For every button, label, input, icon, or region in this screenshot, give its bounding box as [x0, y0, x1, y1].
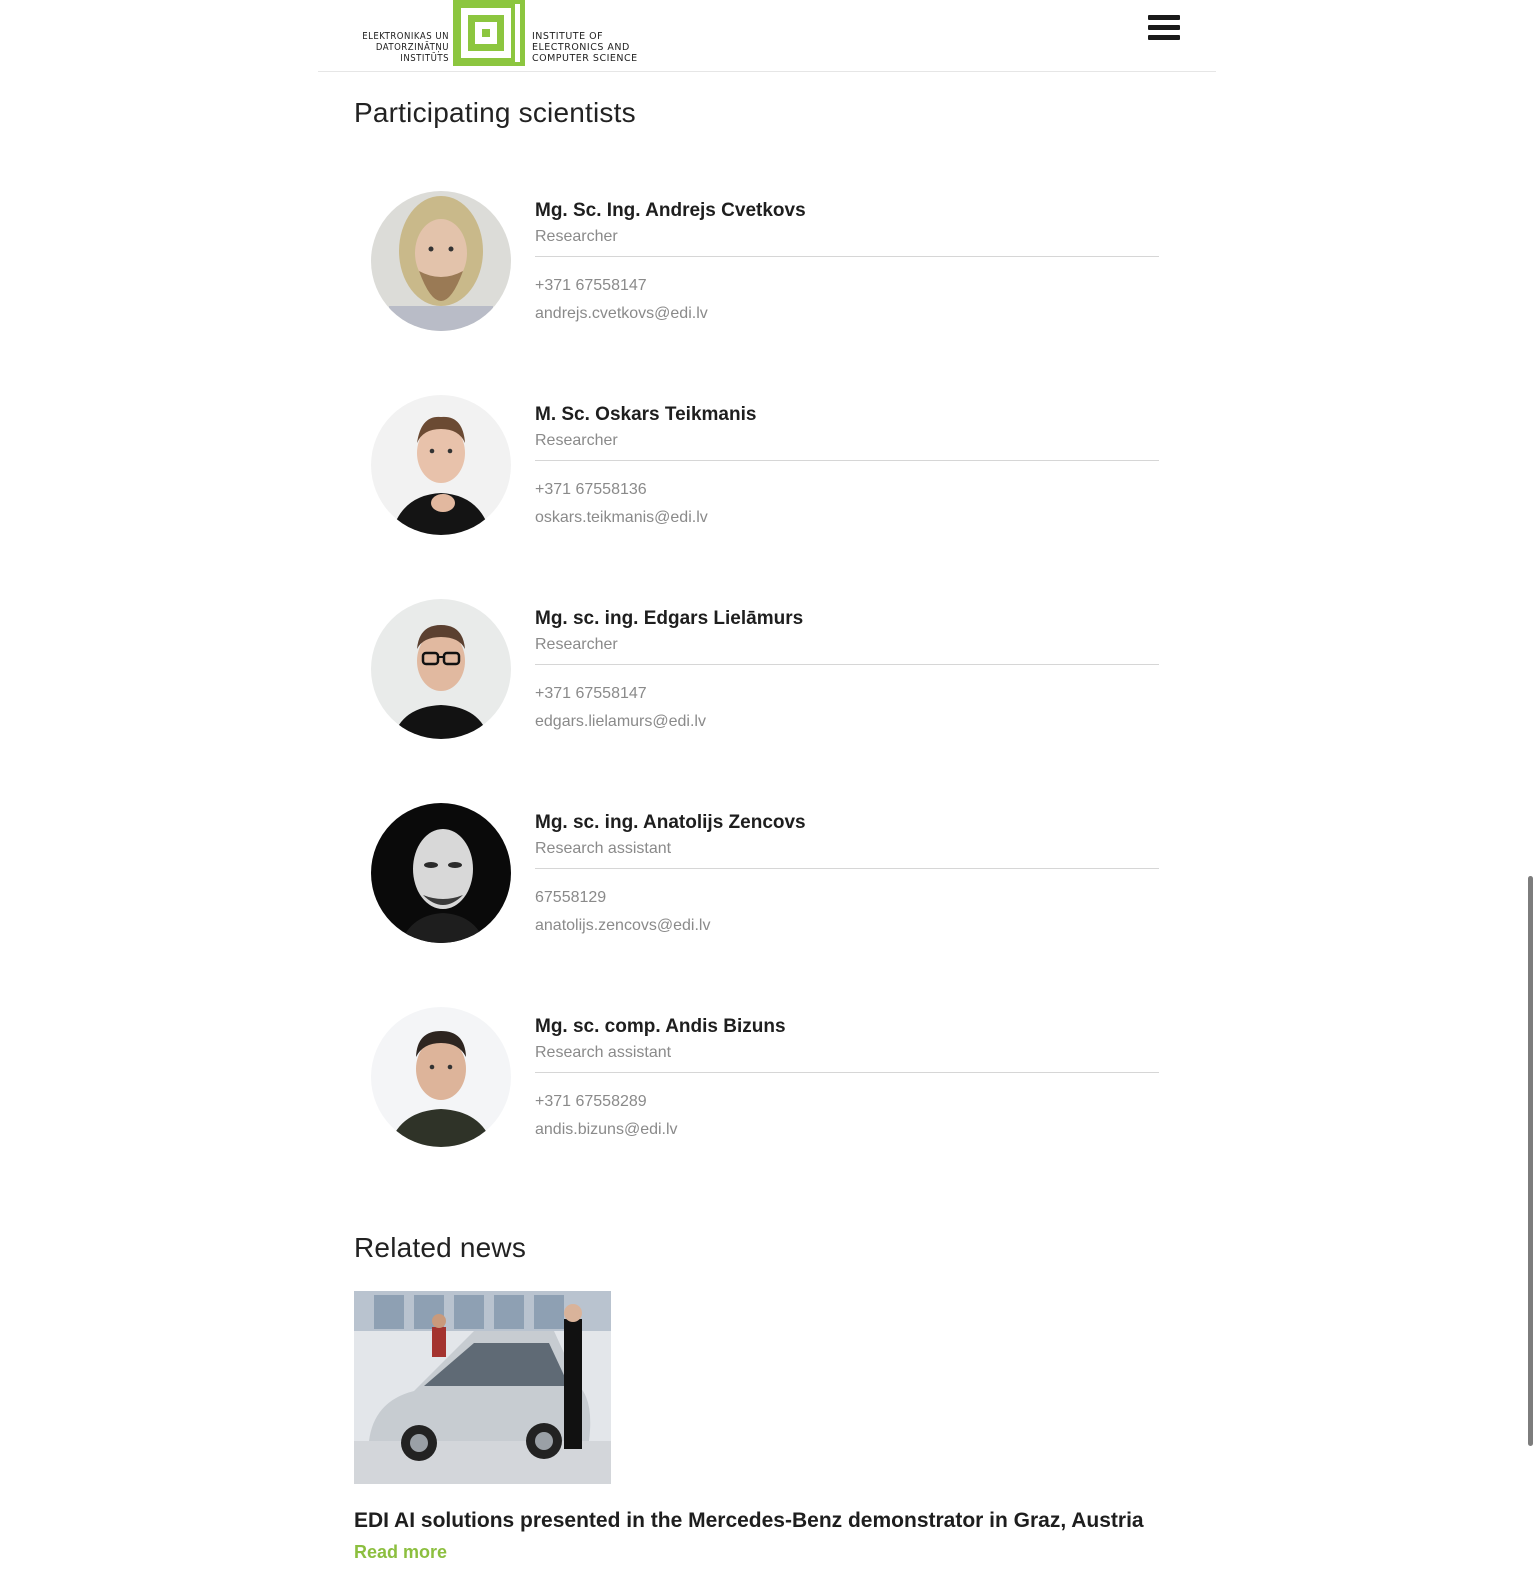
scientist-email[interactable]: andis.bizuns@edi.lv: [535, 1120, 1159, 1140]
scientist-card: Mg. Sc. Ing. Andrejs Cvetkovs Researcher…: [371, 191, 1159, 331]
scientist-role: Research assistant: [535, 1044, 672, 1061]
scientist-card: Mg. sc. ing. Anatolijs Zencovs Research …: [371, 803, 1159, 943]
avatar: [371, 1007, 511, 1147]
hamburger-menu-icon[interactable]: [1148, 15, 1180, 43]
scrollbar-thumb[interactable]: [1528, 876, 1533, 1446]
scientist-info: Mg. sc. comp. Andis Bizuns Research assi…: [535, 1007, 1159, 1140]
scientist-phone[interactable]: +371 67558136: [535, 480, 1159, 500]
scientist-phone[interactable]: 67558129: [535, 888, 1159, 908]
scientist-name: Mg. sc. ing. Edgars Lielāmurs: [535, 608, 804, 629]
scientist-info: Mg. sc. ing. Edgars Lielāmurs Researcher…: [535, 599, 1159, 732]
divider: [535, 256, 1159, 257]
related-news-heading: Related news: [354, 1232, 527, 1263]
avatar: [371, 395, 511, 535]
scientist-email[interactable]: andrejs.cvetkovs@edi.lv: [535, 304, 1159, 324]
logo-right-line: ELECTRONICS AND: [532, 42, 630, 53]
scientist-name: M. Sc. Oskars Teikmanis: [535, 404, 757, 425]
scientist-role: Researcher: [535, 228, 618, 245]
divider: [535, 1072, 1159, 1073]
news-title-link[interactable]: EDI AI solutions presented in the Merced…: [354, 1509, 1144, 1533]
scientist-name: Mg. sc. comp. Andis Bizuns: [535, 1016, 786, 1037]
scientist-name: Mg. Sc. Ing. Andrejs Cvetkovs: [535, 200, 806, 221]
logo-left-line: INSTITŪTS: [400, 53, 449, 64]
page: ELEKTRONIKAS UN DATORZINĀTŅU INSTITŪTS I…: [0, 0, 1536, 1580]
scientist-email[interactable]: oskars.teikmanis@edi.lv: [535, 508, 1159, 528]
divider: [535, 868, 1159, 869]
scientist-info: M. Sc. Oskars Teikmanis Researcher +371 …: [535, 395, 1159, 528]
logo-text-latvian: ELEKTRONIKAS UN DATORZINĀTŅU INSTITŪTS: [355, 31, 449, 64]
scientist-card: Mg. sc. ing. Edgars Lielāmurs Researcher…: [371, 599, 1159, 739]
logo-left-line: DATORZINĀTŅU: [375, 42, 449, 53]
scientist-role: Researcher: [535, 636, 618, 653]
logo-text-english: INSTITUTE OF ELECTRONICS AND COMPUTER SC…: [532, 31, 642, 64]
scientist-phone[interactable]: +371 67558147: [535, 276, 1159, 296]
logo-right-line: COMPUTER SCIENCE: [532, 53, 638, 64]
scrollbar[interactable]: [1526, 0, 1536, 1580]
scientist-phone[interactable]: +371 67558147: [535, 684, 1159, 704]
logo-right-line: INSTITUTE OF: [532, 31, 604, 42]
read-more-link[interactable]: Read more: [354, 1542, 447, 1563]
scientist-card: M. Sc. Oskars Teikmanis Researcher +371 …: [371, 395, 1159, 535]
scientist-role: Research assistant: [535, 840, 672, 857]
scientist-email[interactable]: edgars.lielamurs@edi.lv: [535, 712, 1159, 732]
participating-scientists-heading: Participating scientists: [354, 97, 636, 128]
news-image[interactable]: [354, 1291, 611, 1484]
logo-left-line: ELEKTRONIKAS UN: [362, 31, 449, 42]
scientist-info: Mg. sc. ing. Anatolijs Zencovs Research …: [535, 803, 1159, 936]
scientist-phone[interactable]: +371 67558289: [535, 1092, 1159, 1112]
avatar: [371, 803, 511, 943]
scientist-card: Mg. sc. comp. Andis Bizuns Research assi…: [371, 1007, 1159, 1147]
avatar: [371, 599, 511, 739]
scientist-info: Mg. Sc. Ing. Andrejs Cvetkovs Researcher…: [535, 191, 1159, 324]
logo[interactable]: ELEKTRONIKAS UN DATORZINĀTŅU INSTITŪTS I…: [355, 0, 637, 66]
scientist-name: Mg. sc. ing. Anatolijs Zencovs: [535, 812, 806, 833]
scientist-role: Researcher: [535, 432, 618, 449]
divider: [535, 664, 1159, 665]
site-header: ELEKTRONIKAS UN DATORZINĀTŅU INSTITŪTS I…: [318, 0, 1216, 72]
avatar: [371, 191, 511, 331]
edi-logo-mark-icon: [453, 0, 525, 66]
scientist-email[interactable]: anatolijs.zencovs@edi.lv: [535, 916, 1159, 936]
divider: [535, 460, 1159, 461]
